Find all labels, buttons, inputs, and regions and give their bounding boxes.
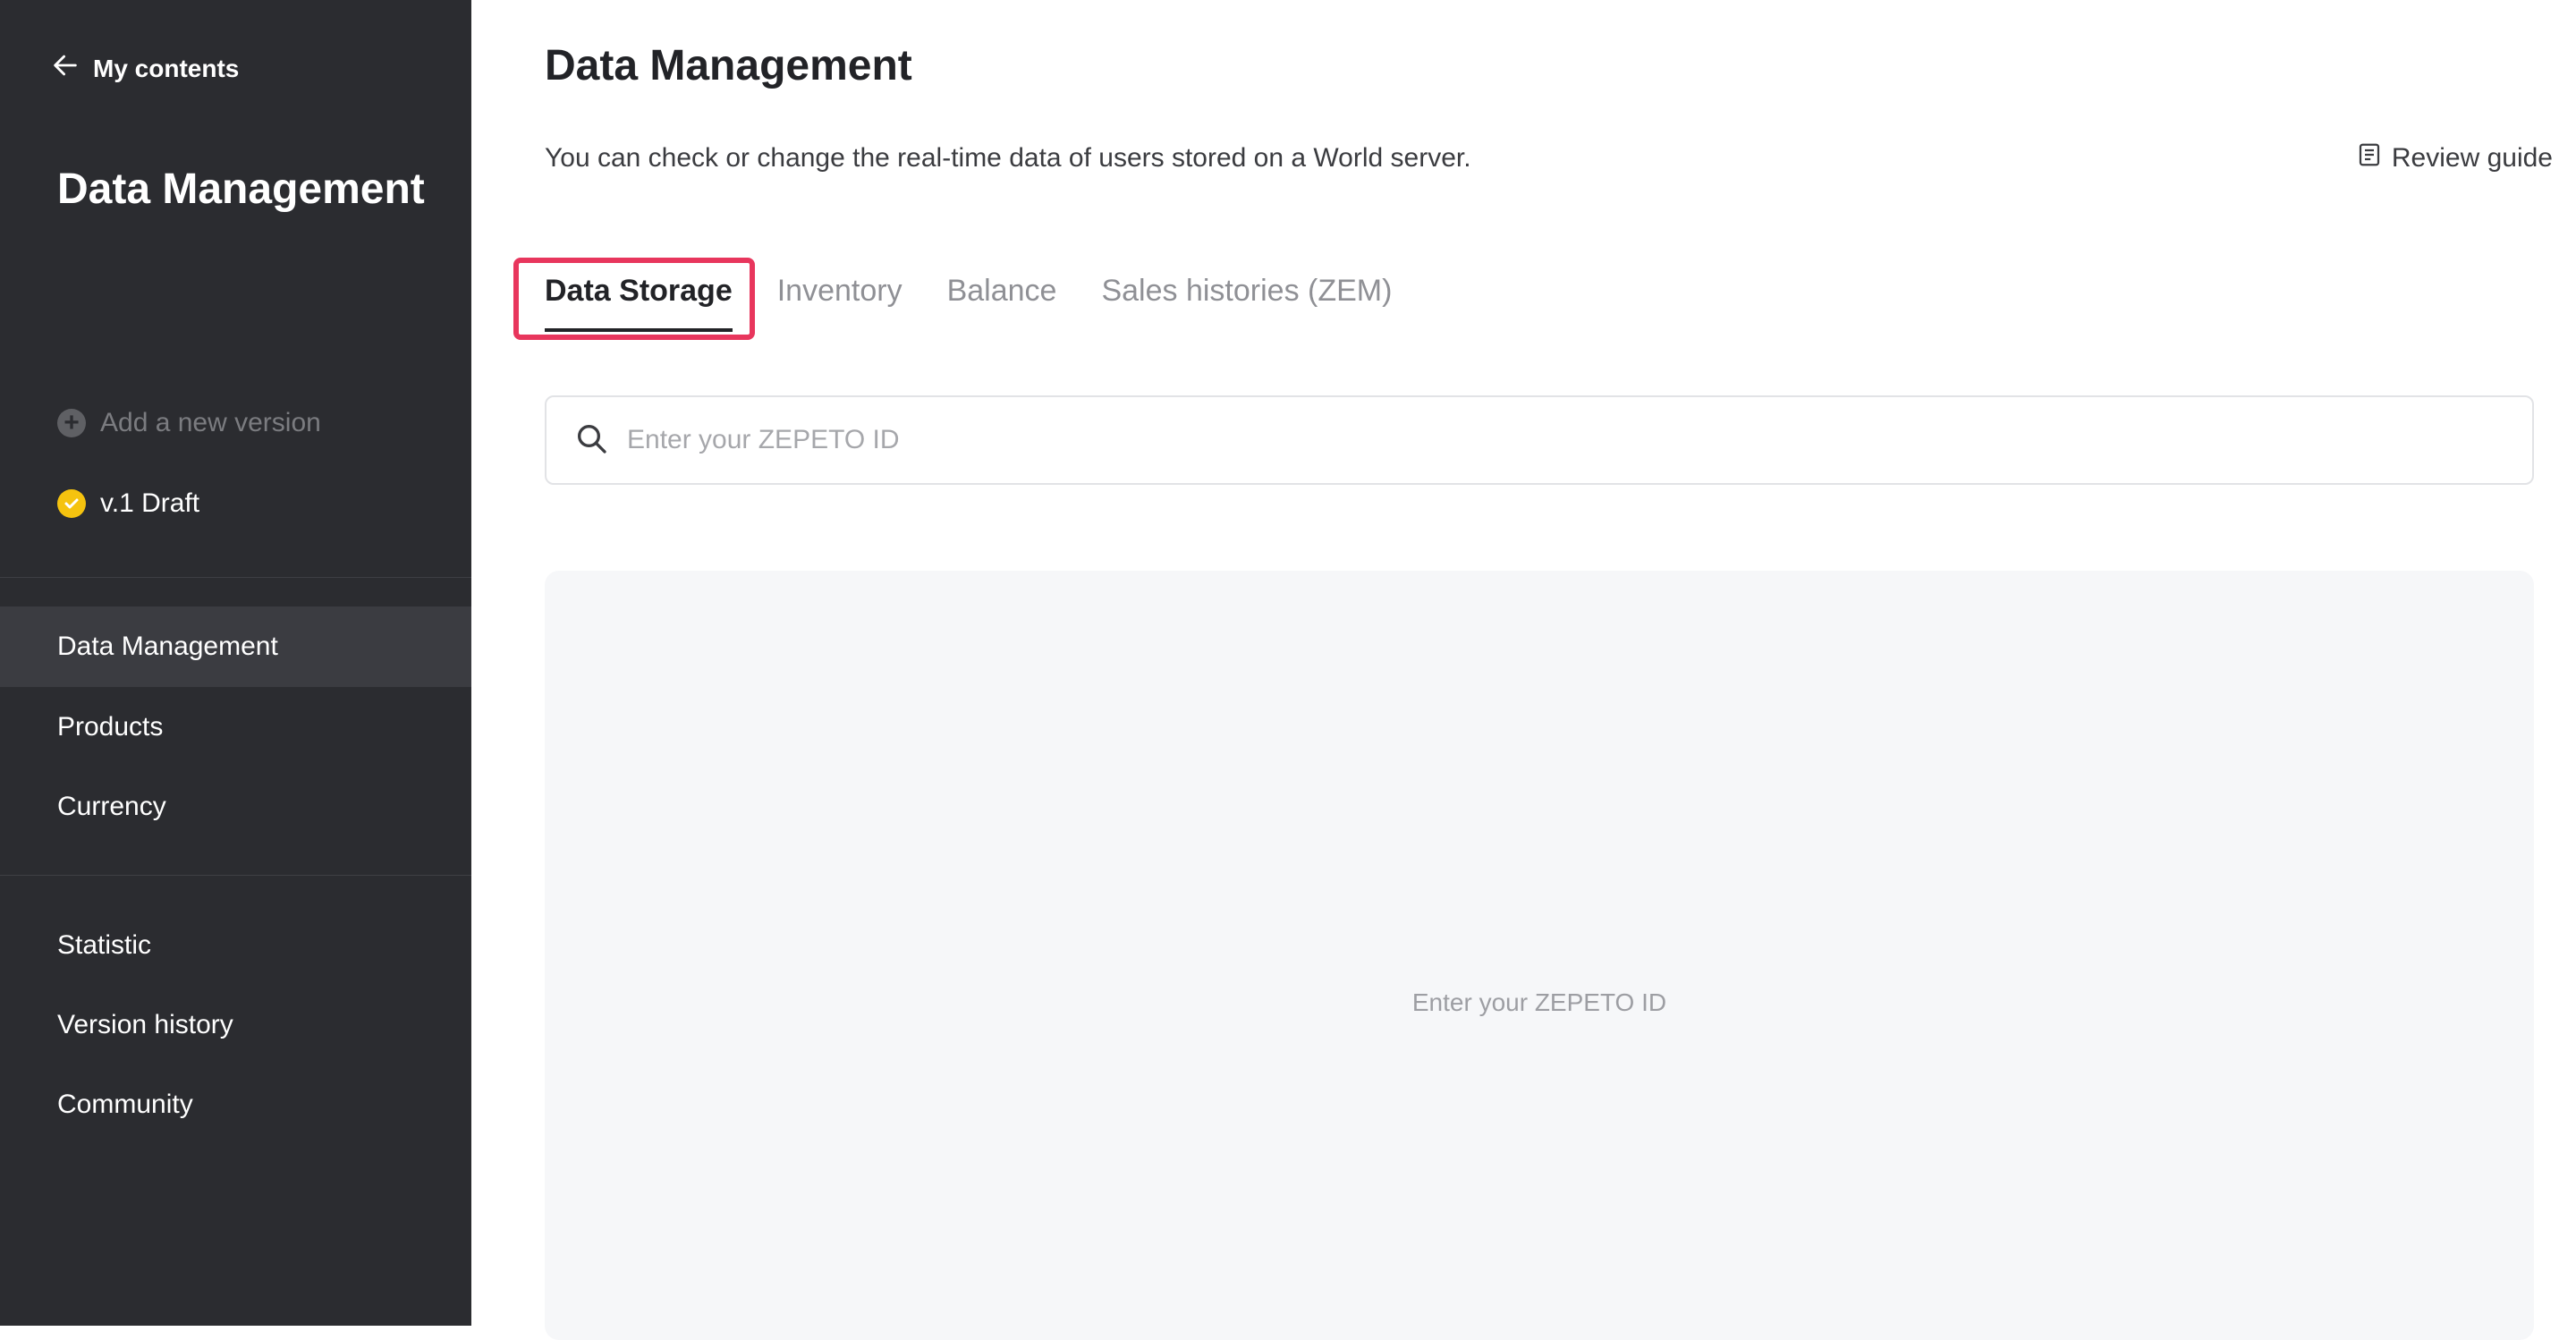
search-input[interactable] — [625, 424, 2418, 456]
sidebar-divider — [0, 577, 471, 578]
tab-inventory[interactable]: Inventory — [777, 274, 902, 332]
tab-sales-histories[interactable]: Sales histories (ZEM) — [1101, 274, 1392, 332]
check-circle-icon — [57, 489, 86, 518]
data-storage-panel: Enter your ZEPETO ID — [545, 571, 2534, 1340]
review-guide-label: Review guide — [2391, 143, 2553, 173]
sidebar-item-currency[interactable]: Currency — [0, 767, 471, 847]
sidebar-title: Data Management — [57, 165, 425, 213]
review-guide-link[interactable]: Review guide — [2356, 141, 2553, 175]
back-to-my-contents-link[interactable]: My contents — [50, 50, 239, 87]
tab-data-storage[interactable]: Data Storage — [545, 274, 733, 332]
plus-circle-icon: + — [57, 409, 86, 437]
page-description: You can check or change the real-time da… — [545, 143, 1471, 173]
sidebar-item-label: Community — [57, 1090, 193, 1119]
sidebar-item-data-management[interactable]: Data Management — [0, 606, 471, 687]
back-link-label: My contents — [93, 54, 240, 82]
version-item-v1-draft[interactable]: v.1 Draft — [57, 488, 199, 519]
add-version-button[interactable]: + Add a new version — [57, 408, 321, 438]
sidebar-item-label: Currency — [57, 792, 166, 821]
document-icon — [2356, 141, 2383, 175]
add-version-label: Add a new version — [100, 408, 321, 437]
sidebar-item-label: Statistic — [57, 930, 152, 960]
sidebar-item-label: Products — [57, 712, 164, 742]
zepeto-id-search-box[interactable] — [545, 395, 2534, 485]
sidebar-item-label: Version history — [57, 1010, 233, 1039]
tab-balance[interactable]: Balance — [947, 274, 1057, 332]
arrow-left-icon — [50, 50, 80, 87]
version-label: v.1 Draft — [100, 488, 200, 518]
sidebar-item-products[interactable]: Products — [0, 687, 471, 768]
page-title: Data Management — [545, 42, 912, 89]
empty-state-message: Enter your ZEPETO ID — [1411, 988, 1667, 1016]
sidebar: My contents Data Management + Add a new … — [0, 0, 471, 1326]
sidebar-item-community[interactable]: Community — [0, 1064, 471, 1145]
search-icon — [573, 420, 609, 461]
sidebar-divider — [0, 875, 471, 876]
sidebar-item-version-history[interactable]: Version history — [0, 985, 471, 1065]
sidebar-item-label: Data Management — [57, 632, 278, 661]
main-content: Data Management You can check or change … — [471, 0, 2576, 1340]
sidebar-item-statistic[interactable]: Statistic — [0, 905, 471, 986]
tab-bar: Data Storage Inventory Balance Sales his… — [545, 274, 1392, 332]
